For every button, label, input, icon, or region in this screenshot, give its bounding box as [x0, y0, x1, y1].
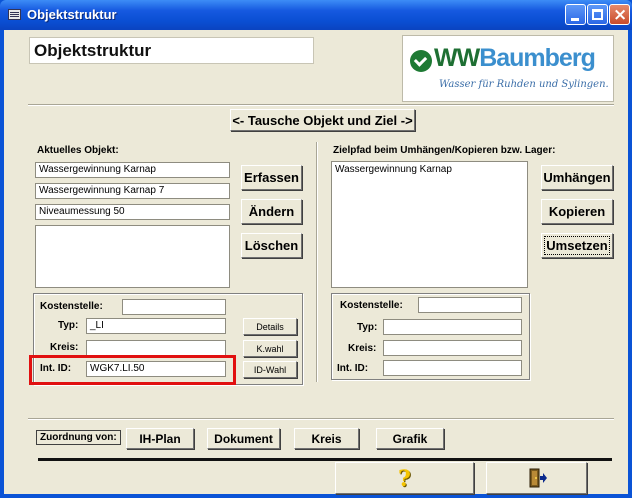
footer-divider — [28, 418, 614, 420]
target-list-item[interactable]: Wassergewinnung Karnap — [335, 164, 524, 175]
header-divider — [28, 104, 614, 106]
panel-divider — [316, 142, 318, 382]
loeschen-button[interactable]: Löschen — [241, 233, 302, 258]
logo-slogan: Wasser für Ruhden und Sylingen. — [439, 79, 609, 90]
kwahl-button[interactable]: K.wahl — [243, 340, 297, 357]
details-button[interactable]: Details — [243, 318, 297, 335]
page-title: Objektstruktur — [34, 41, 152, 60]
window-title: Objektstruktur — [27, 7, 117, 22]
exit-door-icon — [529, 468, 547, 488]
object-field-1[interactable]: Wassergewinnung Karnap — [35, 162, 230, 178]
aendern-button[interactable]: Ändern — [241, 199, 302, 224]
close-button[interactable]: × — [609, 4, 630, 25]
logo-check-icon — [410, 50, 432, 72]
help-button[interactable]: ? — [335, 462, 474, 494]
title-bar[interactable]: Objektstruktur × — [0, 0, 632, 30]
target-path-list[interactable]: Wassergewinnung Karnap — [331, 161, 528, 288]
kopieren-button[interactable]: Kopieren — [541, 199, 613, 224]
right-intid-label: Int. ID: — [337, 363, 369, 374]
swap-object-target-button[interactable]: <- Tausche Objekt und Ziel -> — [230, 109, 415, 131]
right-intid-field[interactable] — [383, 360, 522, 376]
right-kostenstelle-label: Kostenstelle: — [340, 300, 403, 311]
right-kreis-label: Kreis: — [348, 343, 377, 354]
left-kreis-label: Kreis: — [50, 342, 79, 353]
right-typ-label: Typ: — [357, 322, 378, 333]
right-kostenstelle-field[interactable] — [418, 297, 522, 313]
left-kostenstelle-field[interactable] — [122, 299, 226, 315]
idwahl-button[interactable]: ID-Wahl — [243, 361, 297, 378]
object-list[interactable] — [35, 225, 230, 288]
umsetzen-button[interactable]: Umsetzen — [541, 233, 613, 258]
maximize-icon — [592, 9, 603, 20]
left-kostenstelle-label: Kostenstelle: — [40, 301, 103, 312]
question-icon: ? — [398, 466, 411, 492]
left-kreis-field[interactable] — [86, 340, 226, 356]
logo-brand: WWBaumberg — [434, 44, 596, 72]
object-field-3[interactable]: Niveaumessung 50 — [35, 204, 230, 220]
ih-plan-button[interactable]: IH-Plan — [126, 428, 194, 449]
minimize-icon — [571, 18, 579, 21]
close-icon: × — [613, 5, 628, 25]
intid-highlight-box — [29, 355, 236, 385]
object-field-2[interactable]: Wassergewinnung Karnap 7 — [35, 183, 230, 199]
left-typ-label: Typ: — [58, 320, 79, 331]
right-heading: Zielpfad beim Umhängen/Kopieren bzw. Lag… — [333, 145, 556, 156]
grafik-button[interactable]: Grafik — [376, 428, 444, 449]
right-typ-field[interactable] — [383, 319, 522, 335]
footer-bar — [38, 458, 612, 461]
company-logo: WWBaumberg Wasser für Ruhden und Sylinge… — [402, 35, 614, 102]
exit-button[interactable] — [486, 462, 587, 494]
zuordnung-label: Zuordnung von: — [36, 430, 121, 445]
page-title-box: Objektstruktur — [29, 37, 314, 64]
left-heading: Aktuelles Objekt: — [37, 145, 119, 156]
left-typ-field[interactable]: _LI — [86, 318, 226, 334]
right-kreis-field[interactable] — [383, 340, 522, 356]
umhaengen-button[interactable]: Umhängen — [541, 165, 613, 190]
kreis-button[interactable]: Kreis — [294, 428, 359, 449]
dokument-button[interactable]: Dokument — [207, 428, 280, 449]
minimize-button[interactable] — [565, 4, 586, 25]
app-icon — [8, 9, 21, 20]
maximize-button[interactable] — [587, 4, 608, 25]
erfassen-button[interactable]: Erfassen — [241, 165, 302, 190]
